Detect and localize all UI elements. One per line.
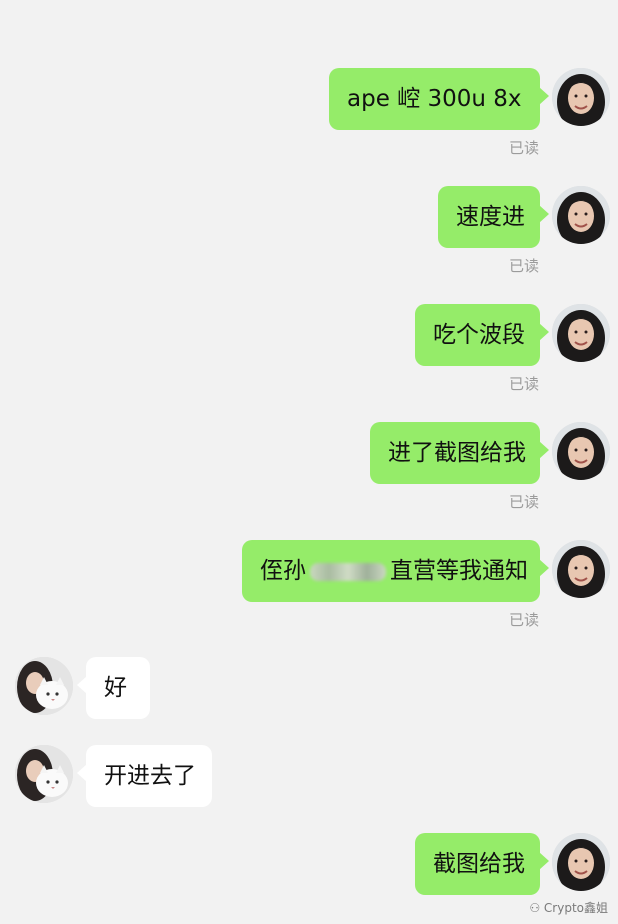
contact-avatar[interactable]	[15, 657, 73, 715]
my-avatar[interactable]	[552, 186, 610, 244]
read-status: 已读	[508, 375, 539, 393]
wechat-logo-icon: ⚇	[529, 901, 541, 915]
incoming-message-bubble[interactable]: 开进去了	[77, 745, 212, 807]
outgoing-message-bubble[interactable]: 进了截图给我	[370, 422, 549, 484]
my-avatar[interactable]	[552, 833, 610, 891]
read-status: 已读	[508, 257, 539, 275]
redacted-text-blur	[310, 562, 386, 581]
watermark: ⚇ Crypto鑫姐	[529, 899, 608, 916]
read-status: 已读	[508, 611, 539, 629]
my-avatar[interactable]	[552, 422, 610, 480]
my-avatar[interactable]	[552, 540, 610, 598]
chat-thread[interactable]: ape 崆 300u 8x 已读 速度进 已读 吃个波段 已读 进了截图给我 已…	[0, 0, 618, 924]
read-status: 已读	[508, 493, 539, 511]
message-text-end: 直营等我通知	[390, 558, 528, 584]
outgoing-message-bubble[interactable]: ape 崆 300u 8x	[329, 68, 549, 130]
contact-avatar[interactable]	[15, 745, 73, 803]
outgoing-message-bubble[interactable]: 速度进	[438, 186, 549, 248]
outgoing-message-bubble[interactable]: 截图给我	[415, 833, 549, 895]
outgoing-message-bubble[interactable]: 侄孙 直营等我通知	[242, 540, 549, 602]
incoming-message-bubble[interactable]: 好	[77, 657, 150, 719]
read-status: 已读	[508, 139, 539, 157]
outgoing-message-bubble[interactable]: 吃个波段	[415, 304, 549, 366]
my-avatar[interactable]	[552, 304, 610, 362]
watermark-text: Crypto鑫姐	[543, 901, 608, 915]
message-text-start: 侄孙	[260, 558, 306, 584]
my-avatar[interactable]	[552, 68, 610, 126]
